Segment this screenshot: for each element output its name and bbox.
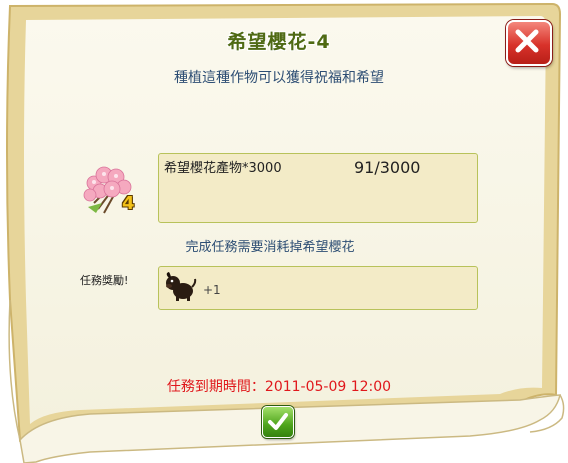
reward-label: 任務獎勵! (80, 274, 129, 287)
expire-time: 任務到期時間：2011-05-09 12:00 (166, 379, 392, 395)
reward-amount: +1 (203, 283, 221, 297)
item-count-badge: 4 (122, 193, 135, 214)
requirement-panel: 希望櫻花產物*3000 91/3000 (158, 153, 478, 223)
close-button[interactable] (506, 20, 552, 66)
close-icon (515, 29, 539, 53)
requirement-label: 希望櫻花產物*3000 (164, 161, 282, 176)
consume-note: 完成任務需要消耗掉希望櫻花 (185, 240, 355, 255)
quest-dialog: 希望櫻花-4 種植這種作物可以獲得祝福和希望 4 希望櫻花產物*3000 91/… (0, 0, 568, 463)
reward-panel: +1 (158, 266, 478, 310)
dialog-subtitle: 種植這種作物可以獲得祝福和希望 (174, 70, 384, 86)
requirement-progress: 91/3000 (354, 158, 421, 177)
confirm-button[interactable] (262, 406, 294, 438)
checkmark-icon (268, 413, 288, 430)
dialog-title: 希望櫻花-4 (227, 31, 331, 53)
dog-icon (166, 272, 197, 301)
